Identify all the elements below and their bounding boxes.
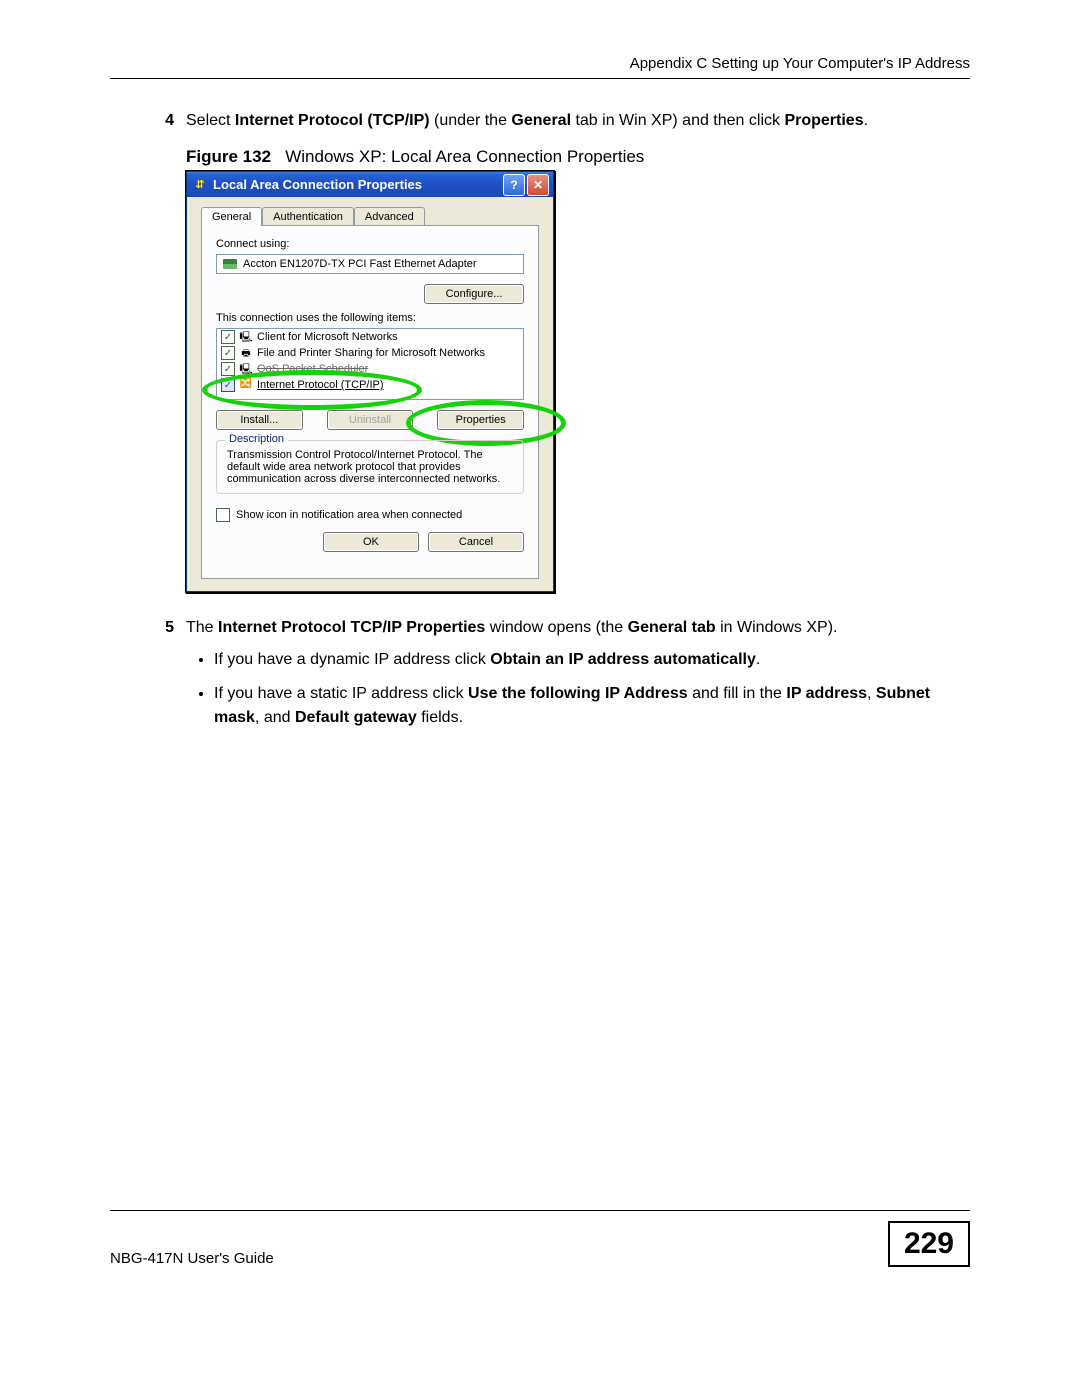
tab-authentication[interactable]: Authentication — [262, 207, 354, 226]
header-rule — [110, 78, 970, 79]
install-button-row: Install... Uninstall Properties — [216, 410, 524, 430]
close-button[interactable]: ✕ — [527, 174, 549, 196]
sharing-icon: 🖶 — [239, 346, 253, 360]
uninstall-button: Uninstall — [327, 410, 414, 430]
ok-button[interactable]: OK — [323, 532, 419, 552]
bullet-static: If you have a static IP address click Us… — [214, 682, 970, 730]
bullet-dynamic: If you have a dynamic IP address click O… — [214, 648, 970, 672]
adapter-field[interactable]: Accton EN1207D-TX PCI Fast Ethernet Adap… — [216, 254, 524, 274]
step-5-bullets: If you have a dynamic IP address click O… — [186, 648, 970, 730]
dialog-footer: OK Cancel — [216, 522, 524, 564]
configure-button[interactable]: Configure... — [424, 284, 524, 304]
adapter-name: Accton EN1207D-TX PCI Fast Ethernet Adap… — [243, 258, 477, 270]
connect-using-label: Connect using: — [216, 238, 524, 250]
dialog-title: Local Area Connection Properties — [213, 177, 501, 192]
page-number: 229 — [888, 1221, 970, 1267]
checkbox-icon[interactable]: ✓ — [221, 362, 235, 376]
nic-icon — [223, 259, 237, 269]
checkbox-icon[interactable]: ✓ — [221, 346, 235, 360]
tab-advanced[interactable]: Advanced — [354, 207, 425, 226]
tabs: General Authentication Advanced — [201, 207, 539, 226]
highlight-circle-tcpip — [202, 370, 422, 410]
page-header: Appendix C Setting up Your Computer's IP… — [110, 55, 970, 72]
description-group: Description Transmission Control Protoco… — [216, 440, 524, 494]
help-button[interactable]: ? — [503, 174, 525, 196]
titlebar[interactable]: ⇵ Local Area Connection Properties ? ✕ — [187, 172, 553, 197]
xp-dialog: ⇵ Local Area Connection Properties ? ✕ G… — [186, 171, 554, 592]
checkbox-icon[interactable]: ✓ — [221, 330, 235, 344]
step-4-body: Select Internet Protocol (TCP/IP) (under… — [186, 109, 970, 133]
guide-title: NBG-417N User's Guide — [110, 1250, 274, 1267]
step-5: 5 The Internet Protocol TCP/IP Propertie… — [110, 616, 970, 740]
description-legend: Description — [225, 433, 288, 445]
step-4-number: 4 — [110, 109, 186, 133]
step-5-number: 5 — [110, 616, 186, 740]
checkbox-icon[interactable] — [216, 508, 230, 522]
tab-panel: Connect using: Accton EN1207D-TX PCI Fas… — [201, 225, 539, 579]
install-button[interactable]: Install... — [216, 410, 303, 430]
figure-caption: Figure 132 Windows XP: Local Area Connec… — [186, 147, 970, 167]
step-5-body: The Internet Protocol TCP/IP Properties … — [186, 616, 970, 740]
tab-general[interactable]: General — [201, 207, 262, 226]
list-item[interactable]: ✓ 🖶 File and Printer Sharing for Microso… — [217, 345, 523, 361]
connection-icon: ⇵ — [193, 178, 207, 192]
cancel-button[interactable]: Cancel — [428, 532, 524, 552]
show-icon-checkbox-row[interactable]: Show icon in notification area when conn… — [216, 508, 524, 522]
step-4: 4 Select Internet Protocol (TCP/IP) (und… — [110, 109, 970, 133]
client-icon: 🖳 — [239, 330, 253, 344]
show-icon-label: Show icon in notification area when conn… — [236, 509, 462, 521]
list-item[interactable]: ✓ 🖳 Client for Microsoft Networks — [217, 329, 523, 345]
footer-rule — [110, 1210, 970, 1211]
description-text: Transmission Control Protocol/Internet P… — [227, 449, 513, 485]
uses-label: This connection uses the following items… — [216, 312, 524, 324]
page-footer: NBG-417N User's Guide 229 — [110, 1221, 970, 1267]
